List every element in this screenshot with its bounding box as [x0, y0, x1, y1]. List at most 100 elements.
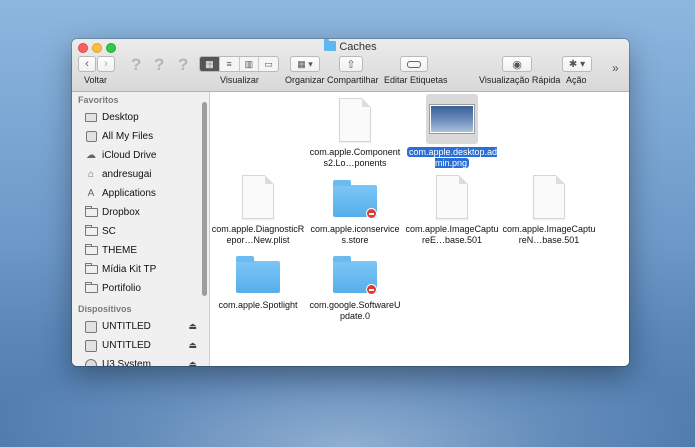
eject-icon[interactable]: ⏏	[188, 355, 197, 366]
sidebar-item-midia-kit[interactable]: Mídia Kit TP	[72, 260, 209, 279]
all-files-icon	[84, 131, 98, 143]
unknown-item-icon: ?	[154, 55, 165, 74]
file-item[interactable]: com.apple.ImageCaptureN…base.501	[502, 173, 596, 246]
devices-header: Dispositivos	[78, 304, 132, 314]
sidebar-item-label: Mídia Kit TP	[102, 264, 157, 275]
column-view-icon[interactable]: ▥	[240, 57, 260, 71]
file-item[interactable]: com.apple.Spotlight	[211, 249, 305, 311]
eject-icon[interactable]: ⏏	[188, 317, 197, 336]
cloud-icon: ☁	[86, 150, 96, 161]
view-switcher[interactable]: ▦ ≡ ▥ ▭	[199, 56, 279, 72]
sidebar-item-label: Applications	[102, 188, 156, 199]
share-label: Compartilhar	[327, 75, 379, 85]
sidebar-item-label: THEME	[102, 245, 137, 256]
sidebar-item-label: Portifolio	[102, 283, 141, 294]
file-item[interactable]: com.apple.Components2.Lo…ponents	[308, 96, 402, 169]
file-name: com.apple.desktop.admin.png	[405, 147, 499, 169]
window-title-text: Caches	[339, 41, 377, 53]
file-name: com.apple.Components2.Lo…ponents	[309, 147, 401, 168]
sidebar-item-device[interactable]: UNTITLED ⏏	[72, 317, 209, 336]
back-button[interactable]: ‹	[78, 56, 96, 72]
icon-view-icon[interactable]: ▦	[200, 57, 220, 71]
drive-icon	[84, 358, 98, 366]
toolbar: Caches ‹ › Voltar ? ? ? ▦ ≡ ▥ ▭ Visualiz…	[72, 39, 629, 92]
file-name: com.apple.Spotlight	[218, 300, 298, 310]
file-item[interactable]: com.apple.DiagnosticRepor…New.plist	[211, 173, 305, 246]
file-name-text: com.apple.desktop.admin.png	[406, 147, 498, 168]
file-item[interactable]: com.google.SoftwareUpdate.0	[308, 249, 402, 322]
folder-icon	[324, 39, 337, 51]
sidebar-item-label: UNTITLED	[102, 340, 151, 351]
chevron-left-icon: ‹	[85, 58, 89, 70]
file-name: com.apple.ImageCaptureE…base.501	[405, 224, 499, 245]
share-icon: ⇧	[346, 58, 356, 71]
unknown-item-icon: ?	[131, 55, 142, 74]
sidebar-item-device[interactable]: UNTITLED ⏏	[72, 336, 209, 355]
view-label: Visualizar	[220, 75, 259, 85]
cover-flow-icon[interactable]: ▭	[259, 57, 278, 71]
sidebar-item-label: andresugai	[102, 169, 152, 180]
no-entry-icon	[366, 208, 377, 219]
sidebar-item-label: Desktop	[102, 112, 139, 123]
folder-icon	[234, 249, 282, 297]
sidebar-scrollbar[interactable]	[202, 102, 207, 296]
file-name: com.apple.DiagnosticRepor…New.plist	[211, 224, 305, 245]
sidebar-item-home[interactable]: ⌂ andresugai	[72, 165, 209, 184]
document-icon	[234, 173, 282, 221]
document-icon	[428, 173, 476, 221]
favorites-header: Favoritos	[78, 95, 119, 105]
sidebar-item-dropbox[interactable]: Dropbox	[72, 203, 209, 222]
edit-tags-label: Editar Etiquetas	[384, 75, 448, 85]
file-name: com.apple.ImageCaptureN…base.501	[502, 224, 596, 245]
sidebar-item-label: U3 System	[102, 359, 151, 366]
chevron-right-icon: ›	[104, 58, 108, 70]
file-item[interactable]: com.apple.ImageCaptureE…base.501	[405, 173, 499, 246]
eye-icon: ◉	[512, 58, 522, 71]
file-grid: com.apple.Components2.Lo…ponents com.app…	[211, 92, 629, 366]
folder-icon	[84, 244, 98, 257]
disk-icon	[84, 339, 98, 352]
sidebar-item-portifolio[interactable]: Portifolio	[72, 279, 209, 298]
sidebar-item-device[interactable]: U3 System ⏏	[72, 355, 209, 366]
sidebar-item-label: Dropbox	[102, 207, 140, 218]
sidebar: Favoritos Desktop All My Files ☁ iCloud …	[72, 92, 210, 366]
sidebar-item-sc[interactable]: SC	[72, 222, 209, 241]
finder-window[interactable]: Caches ‹ › Voltar ? ? ? ▦ ≡ ▥ ▭ Visualiz…	[72, 39, 629, 366]
folder-icon	[84, 206, 98, 219]
quick-look-button[interactable]: ◉	[502, 56, 532, 72]
sidebar-item-label: UNTITLED	[102, 321, 151, 332]
arrange-button[interactable]: ▦ ▾	[290, 56, 320, 72]
action-button[interactable]: ✱ ▾	[562, 56, 592, 72]
action-label: Ação	[566, 75, 587, 85]
disk-icon	[84, 320, 98, 333]
file-name: com.google.SoftwareUpdate.0	[309, 300, 401, 321]
folder-icon	[84, 225, 98, 238]
grid-icon: ▦ ▾	[297, 58, 313, 69]
tag-icon	[407, 60, 421, 68]
edit-tags-button[interactable]	[400, 56, 428, 72]
sidebar-item-theme[interactable]: THEME	[72, 241, 209, 260]
unknown-item-icon: ?	[178, 55, 189, 74]
sidebar-item-label: All My Files	[102, 131, 154, 142]
sidebar-item-desktop[interactable]: Desktop	[72, 108, 209, 127]
document-icon	[331, 96, 379, 144]
toolbar-overflow-icon[interactable]: »	[612, 61, 619, 75]
desktop-icon	[84, 112, 98, 124]
image-thumbnail-icon	[426, 94, 478, 144]
share-button[interactable]: ⇧	[339, 56, 363, 72]
forward-button[interactable]: ›	[97, 56, 115, 72]
eject-icon[interactable]: ⏏	[188, 336, 197, 355]
sidebar-item-icloud-drive[interactable]: ☁ iCloud Drive	[72, 146, 209, 165]
file-item[interactable]: com.apple.iconservices.store	[308, 173, 402, 246]
folder-icon	[84, 263, 98, 276]
list-view-icon[interactable]: ≡	[220, 57, 240, 71]
file-item-selected[interactable]: com.apple.desktop.admin.png	[405, 94, 499, 169]
no-entry-icon	[366, 284, 377, 295]
sidebar-item-all-my-files[interactable]: All My Files	[72, 127, 209, 146]
window-title: Caches	[72, 39, 629, 55]
home-icon: ⌂	[87, 169, 95, 180]
locked-folder-icon	[331, 173, 379, 221]
file-name: com.apple.iconservices.store	[310, 224, 400, 245]
sidebar-item-applications[interactable]: A Applications	[72, 184, 209, 203]
quick-look-label: Visualização Rápida	[479, 75, 561, 85]
